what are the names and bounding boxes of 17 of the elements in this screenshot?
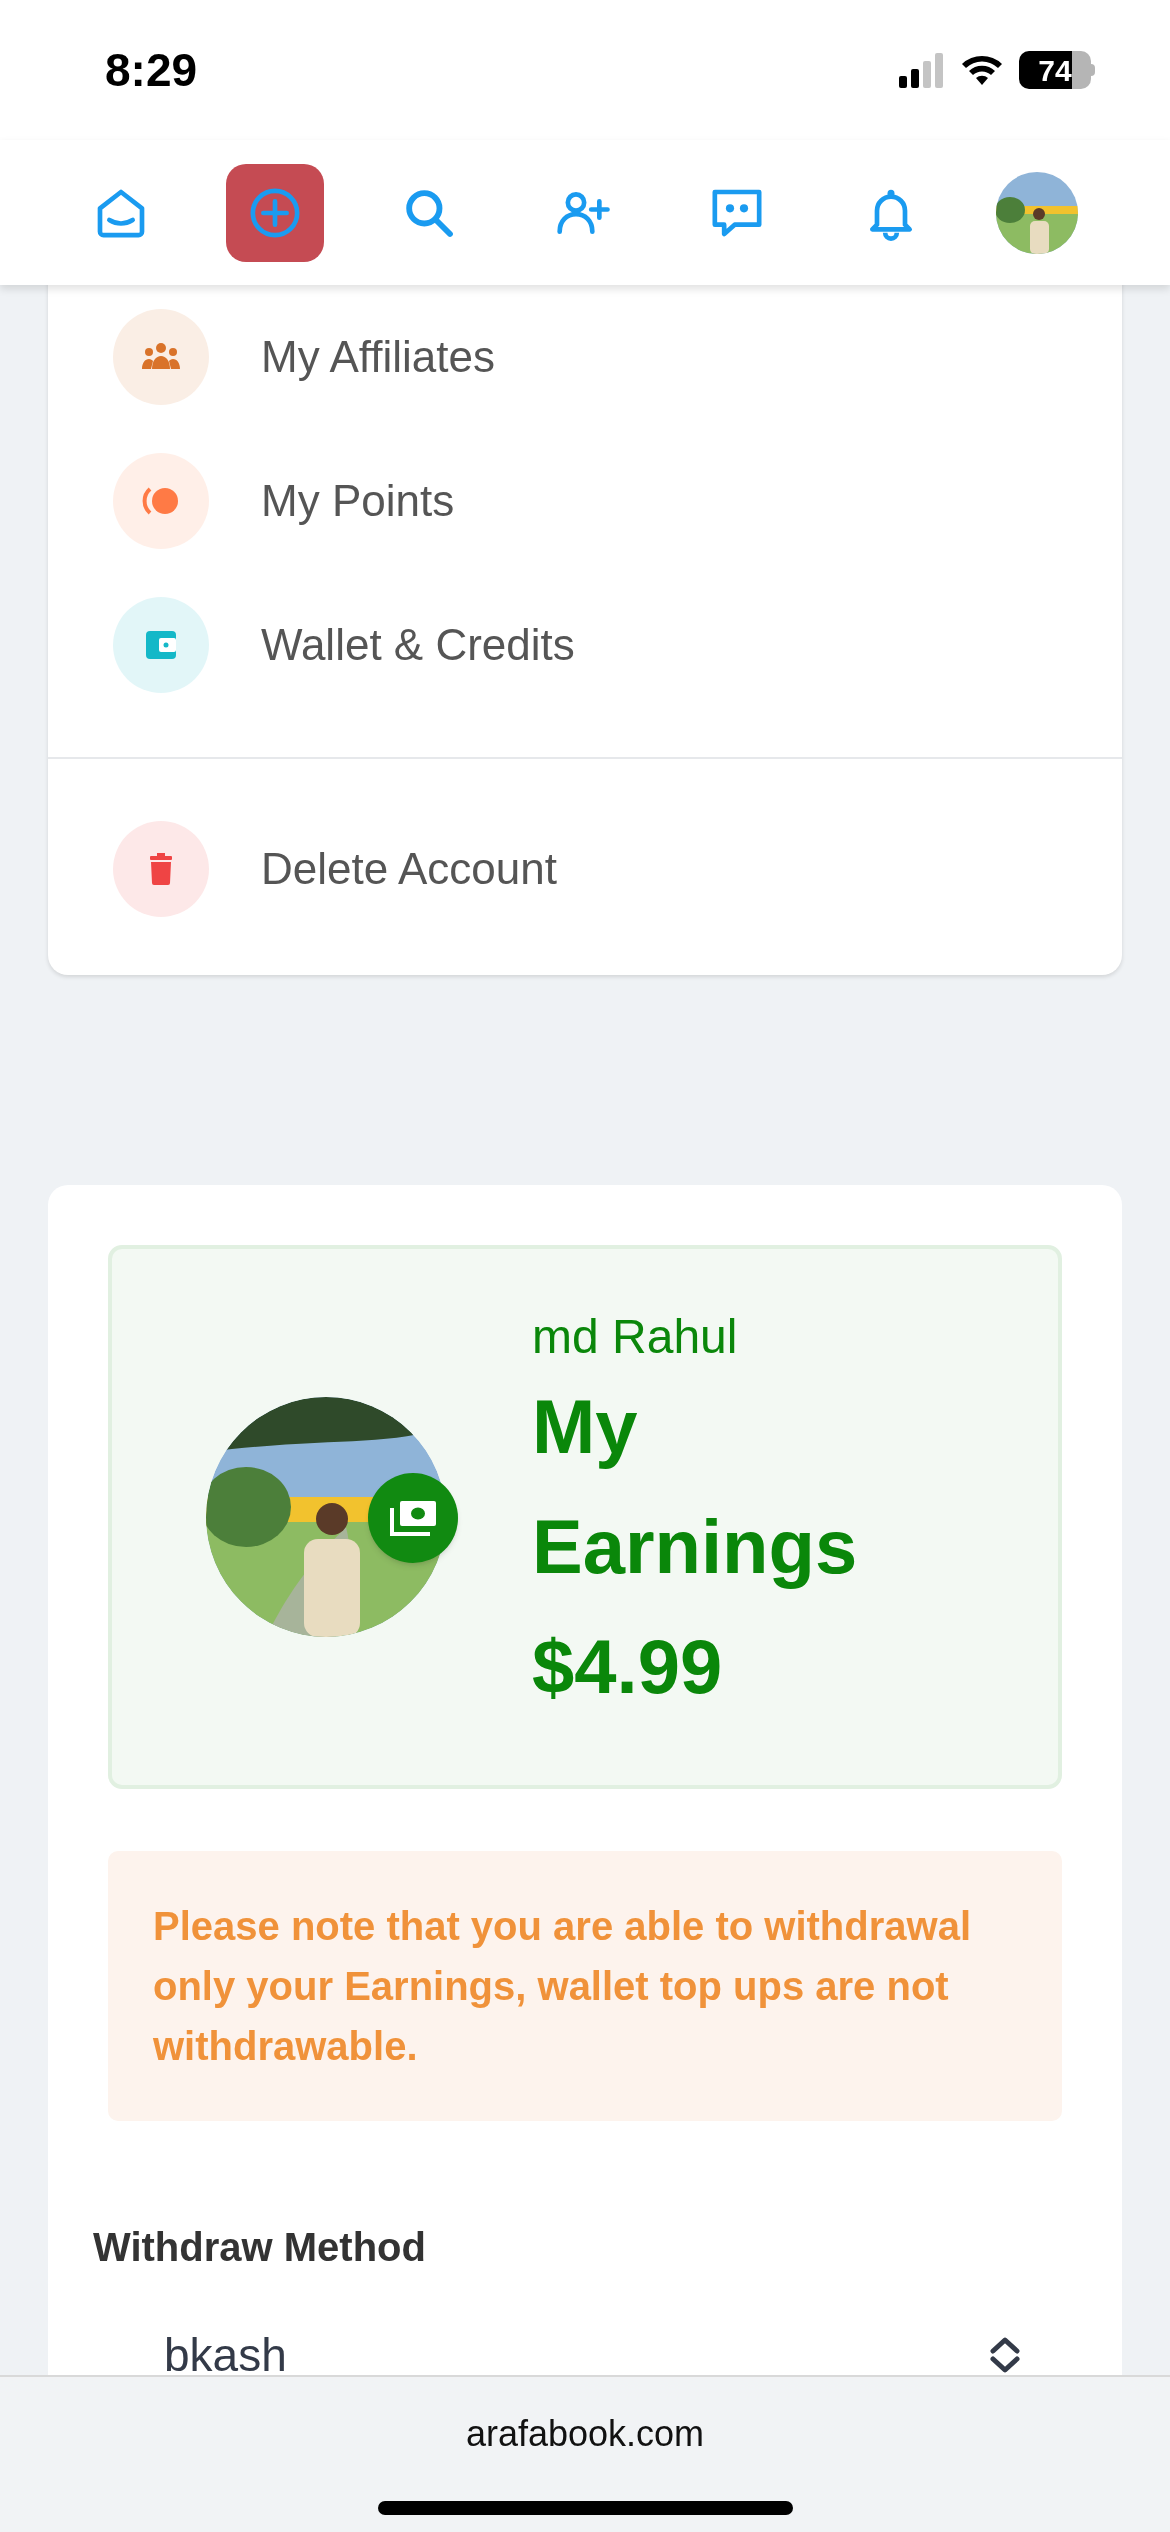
signal-icon xyxy=(899,52,945,88)
earnings-amount: $4.99 xyxy=(532,1623,724,1711)
select-chevron-icon xyxy=(988,2336,1022,2374)
menu-item[interactable]: My Affiliates xyxy=(48,285,1122,429)
add-button[interactable] xyxy=(226,163,324,262)
battery-level: 74 xyxy=(1019,51,1091,89)
status-time: 8:29 xyxy=(105,42,198,98)
earnings-title: My Earnings xyxy=(532,1383,859,1591)
menu-item[interactable]: My Points xyxy=(48,429,1122,573)
menu-item[interactable]: Wallet & Credits xyxy=(48,573,1122,717)
money-icon xyxy=(388,1498,438,1538)
menu-item[interactable]: Delete Account xyxy=(48,797,1122,941)
withdraw-method-select[interactable]: bkash xyxy=(108,2315,1062,2375)
notice-message: Please note that you are able to withdrawal only your Earnings, wallet top ups are not withdrawable. xyxy=(108,1851,1062,2121)
browser-url[interactable]: arafabook.com xyxy=(465,2407,705,2461)
user-name: md Rahul xyxy=(532,1309,739,1365)
withdraw-method-label: Withdraw Method xyxy=(93,2224,427,2271)
